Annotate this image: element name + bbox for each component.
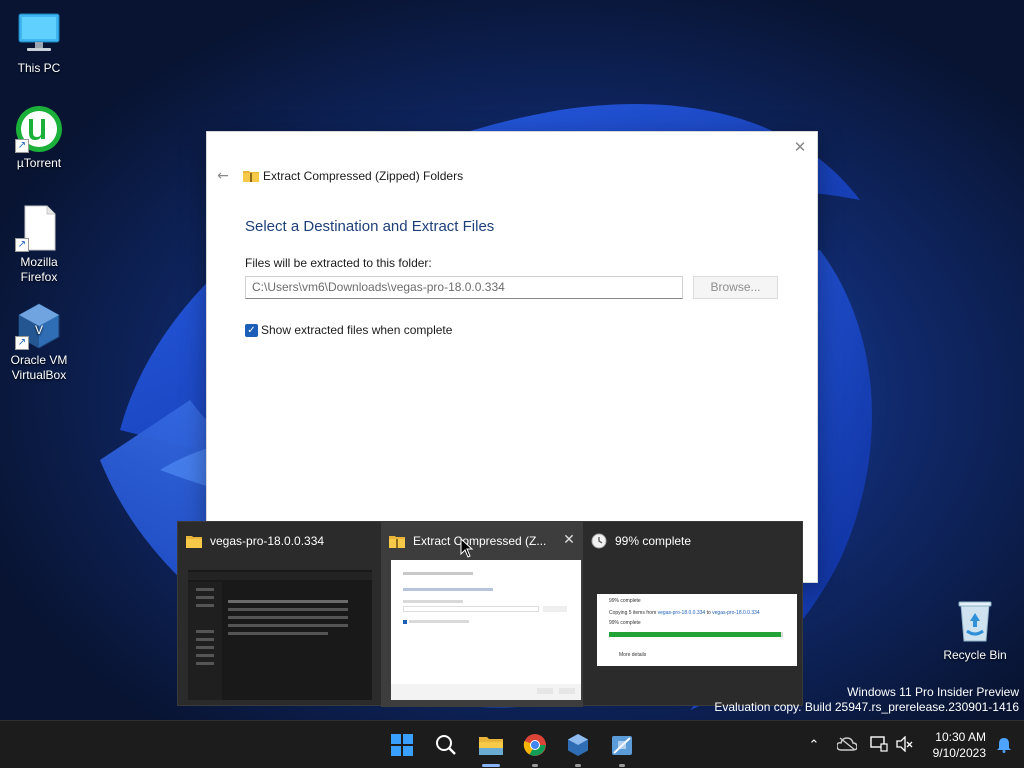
- desktop-icon-label: µTorrent: [16, 156, 62, 170]
- desktop-icon-label: Mozilla Firefox: [20, 255, 58, 284]
- taskbar-zip-tool[interactable]: [606, 729, 638, 767]
- desktop-icon-label: Recycle Bin: [943, 648, 1007, 662]
- thumb-title: 99% complete: [609, 598, 641, 604]
- desktop-icon-firefox[interactable]: ↗ Mozilla Firefox: [1, 204, 77, 285]
- notifications-button[interactable]: [996, 737, 1012, 756]
- desktop-icon-this-pc[interactable]: This PC: [1, 10, 77, 76]
- close-icon: ✕: [793, 138, 807, 156]
- destination-label: Files will be extracted to this folder:: [245, 256, 432, 270]
- monitor-icon: [15, 10, 63, 58]
- desktop-icon-utorrent[interactable]: ↗ µTorrent: [1, 105, 77, 171]
- chevron-up-icon: ⌃: [808, 737, 820, 753]
- preview-title: 99% complete: [615, 534, 692, 548]
- explorer-thumbnail: [188, 560, 372, 700]
- zip-folder-icon: [389, 535, 405, 548]
- taskbar-virtualbox[interactable]: [562, 729, 594, 767]
- back-arrow-icon: ←: [217, 168, 229, 184]
- zip-folder-icon: [243, 169, 259, 182]
- taskbar: ⌃ 10:30 AM 9/10/2023: [0, 720, 1024, 768]
- desktop-icon-recycle-bin[interactable]: Recycle Bin: [937, 597, 1013, 663]
- running-indicator: [619, 764, 625, 767]
- clock-icon: [591, 533, 607, 549]
- running-indicator: [575, 764, 581, 767]
- show-files-label[interactable]: Show extracted files when complete: [261, 323, 452, 337]
- back-button[interactable]: ←: [215, 168, 231, 184]
- extract-dialog: ✕ ← Extract Compressed (Zipped) Folders …: [206, 131, 818, 583]
- utorrent-icon: ↗: [15, 105, 63, 153]
- search-icon: [436, 735, 456, 755]
- preview-extract-dialog[interactable]: Extract Compressed (Z... ✕: [381, 522, 583, 707]
- thumb-more-details: More details: [619, 652, 647, 658]
- dialog-title: Extract Compressed (Zipped) Folders: [263, 169, 464, 183]
- chrome-icon: [523, 734, 546, 756]
- running-indicator: [532, 764, 538, 767]
- extract-thumbnail: [391, 560, 581, 700]
- preview-progress[interactable]: 99% complete 99% complete Copying 5 item…: [583, 522, 804, 707]
- show-files-checkbox[interactable]: ✓: [245, 324, 258, 337]
- folder-icon: [186, 535, 202, 548]
- preview-explorer[interactable]: vegas-pro-18.0.0.334: [178, 522, 381, 707]
- clock-time: 10:30 AM: [935, 730, 986, 744]
- shortcut-arrow-icon: ↗: [15, 139, 29, 153]
- virtualbox-icon: [568, 734, 588, 756]
- preview-title: vegas-pro-18.0.0.334: [210, 534, 325, 548]
- onedrive-icon[interactable]: [836, 736, 858, 754]
- shortcut-arrow-icon: ↗: [15, 238, 29, 252]
- system-tray: ⌃: [805, 721, 914, 768]
- preview-close-button[interactable]: ✕: [561, 532, 577, 548]
- thumb-percent: 99% complete: [609, 620, 641, 626]
- preview-title: Extract Compressed (Z...: [413, 534, 547, 548]
- watermark-line-1: Windows 11 Pro Insider Preview: [847, 685, 1019, 699]
- running-indicator: [482, 764, 500, 767]
- zip-tool-icon: [612, 736, 632, 755]
- start-icon: [391, 734, 413, 756]
- start-button[interactable]: [386, 729, 418, 761]
- file-explorer-icon: [479, 737, 503, 755]
- watermark-line-2: Evaluation copy. Build 25947.rs_prerelea…: [714, 700, 1019, 714]
- search-button[interactable]: [430, 729, 462, 761]
- taskbar-clock[interactable]: 10:30 AM 9/10/2023: [933, 729, 986, 761]
- desktop-icon-label: This PC: [17, 61, 61, 75]
- progress-thumbnail: 99% complete Copying 5 items from vegas-…: [597, 594, 797, 666]
- dialog-heading: Select a Destination and Extract Files: [245, 218, 495, 235]
- checkmark-icon: ✓: [247, 325, 256, 336]
- progress-bar: [609, 632, 783, 637]
- close-button[interactable]: ✕: [791, 138, 809, 156]
- clock-date: 9/10/2023: [932, 746, 986, 760]
- taskbar-chrome[interactable]: [519, 729, 551, 767]
- mouse-cursor: [460, 537, 474, 561]
- blank-file-icon: ↗: [15, 204, 63, 252]
- taskbar-file-explorer[interactable]: [475, 729, 507, 767]
- taskbar-preview-strip: vegas-pro-18.0.0.334 Extract Compressed …: [177, 521, 804, 707]
- desktop-icon-label: Oracle VM VirtualBox: [10, 353, 68, 382]
- close-icon: ✕: [563, 532, 575, 548]
- thumb-copy-text: Copying 5 items from vegas-pro-18.0.0.33…: [609, 610, 760, 616]
- network-icon[interactable]: [870, 735, 888, 755]
- volume-muted-icon[interactable]: [896, 734, 914, 755]
- shortcut-arrow-icon: ↗: [15, 336, 29, 350]
- show-hidden-icons-button[interactable]: ⌃: [805, 738, 823, 753]
- svg-text:V: V: [35, 323, 43, 337]
- destination-input[interactable]: C:\Users\vm6\Downloads\vegas-pro-18.0.0.…: [245, 276, 683, 299]
- virtualbox-icon: V ↗: [15, 302, 63, 350]
- desktop-icon-virtualbox[interactable]: V ↗ Oracle VM VirtualBox: [1, 302, 77, 383]
- browse-button[interactable]: Browse...: [693, 276, 778, 299]
- bell-icon: [997, 738, 1011, 753]
- progress-bar-fill: [609, 632, 782, 637]
- recycle-bin-icon: [951, 597, 999, 645]
